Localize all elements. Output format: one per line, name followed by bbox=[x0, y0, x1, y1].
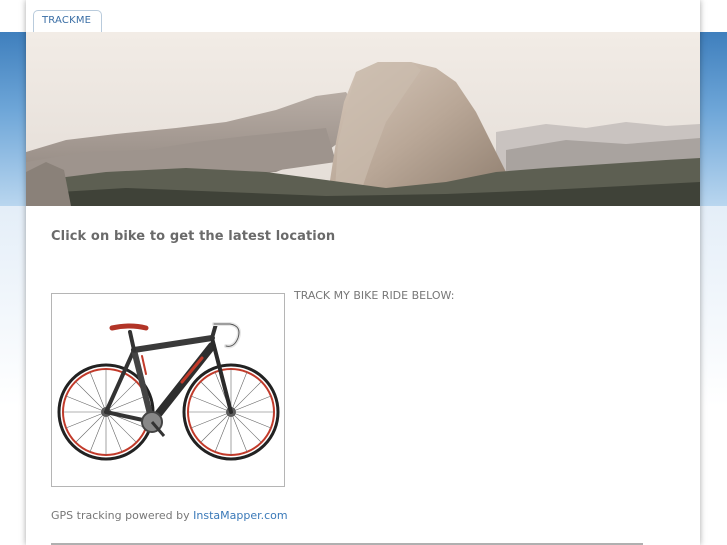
powered-by-prefix: GPS tracking powered by bbox=[51, 509, 194, 522]
bike-image-link[interactable] bbox=[51, 293, 285, 487]
road-bike-icon bbox=[57, 322, 280, 461]
tab-label: TRACKME bbox=[42, 15, 92, 26]
mountain-banner-image bbox=[26, 32, 700, 206]
top-navigation: TRACKME bbox=[26, 0, 700, 32]
instamapper-link[interactable]: InstaMapper.com bbox=[193, 509, 287, 522]
track-ride-label: TRACK MY BIKE RIDE BELOW: bbox=[294, 289, 455, 302]
page-heading: Click on bike to get the latest location bbox=[51, 229, 336, 244]
tab-trackme[interactable]: TRACKME bbox=[33, 10, 103, 32]
powered-by-text: GPS tracking powered by InstaMapper.com bbox=[51, 509, 288, 522]
